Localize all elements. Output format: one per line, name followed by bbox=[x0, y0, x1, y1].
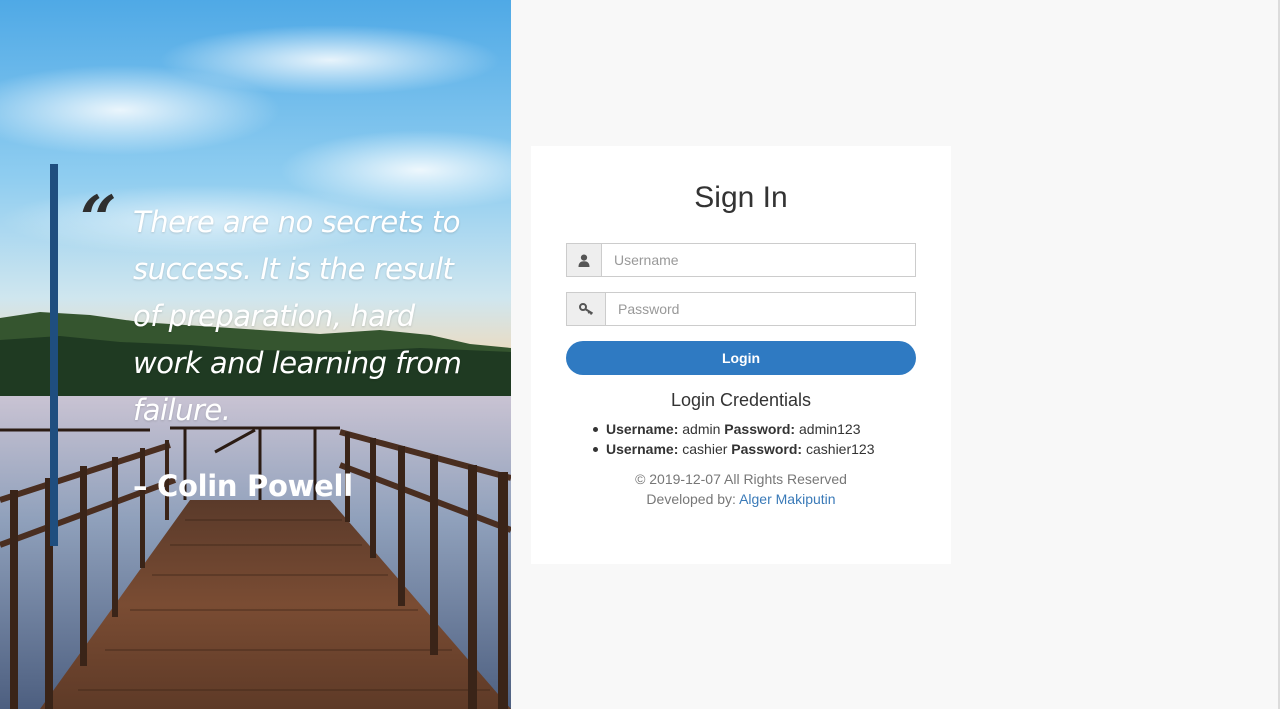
quote-mark-icon: “ bbox=[80, 182, 117, 257]
username-value: cashier bbox=[682, 441, 728, 457]
copyright-text: © 2019-12-07 All Rights Reserved bbox=[635, 471, 847, 487]
key-icon bbox=[566, 292, 605, 326]
username-input-group bbox=[566, 243, 916, 277]
username-input[interactable] bbox=[601, 243, 916, 277]
username-label: Username: bbox=[606, 441, 679, 457]
developer-credit: Developed by: Alger Makiputin bbox=[531, 489, 951, 509]
developed-by-label: Developed by: bbox=[646, 491, 736, 507]
credentials-title: Login Credentials bbox=[670, 390, 812, 410]
hero-quote: There are no secrets to success. It is t… bbox=[133, 205, 462, 427]
password-value: admin123 bbox=[799, 421, 861, 437]
login-button[interactable]: Login bbox=[566, 341, 916, 375]
sign-in-title: Sign In bbox=[694, 181, 788, 214]
username-label: Username: bbox=[606, 421, 679, 437]
username-value: admin bbox=[682, 421, 721, 437]
hero-quote-author: – Colin Powell bbox=[133, 469, 353, 503]
developer-link[interactable]: Alger Makiputin bbox=[739, 491, 836, 507]
credential-item: Username: cashier Password: cashier123 bbox=[593, 439, 875, 459]
quote-accent-bar bbox=[50, 164, 58, 546]
password-input-group bbox=[566, 292, 916, 326]
password-label: Password: bbox=[731, 441, 803, 457]
login-page: “ There are no secrets to success. It is… bbox=[0, 0, 1280, 709]
password-input[interactable] bbox=[605, 292, 916, 326]
password-label: Password: bbox=[724, 421, 796, 437]
credentials-list: Username: admin Password: admin123 Usern… bbox=[593, 419, 875, 459]
user-icon bbox=[566, 243, 601, 277]
credential-item: Username: admin Password: admin123 bbox=[593, 419, 875, 439]
password-value: cashier123 bbox=[806, 441, 875, 457]
hero-panel: “ There are no secrets to success. It is… bbox=[0, 0, 511, 709]
